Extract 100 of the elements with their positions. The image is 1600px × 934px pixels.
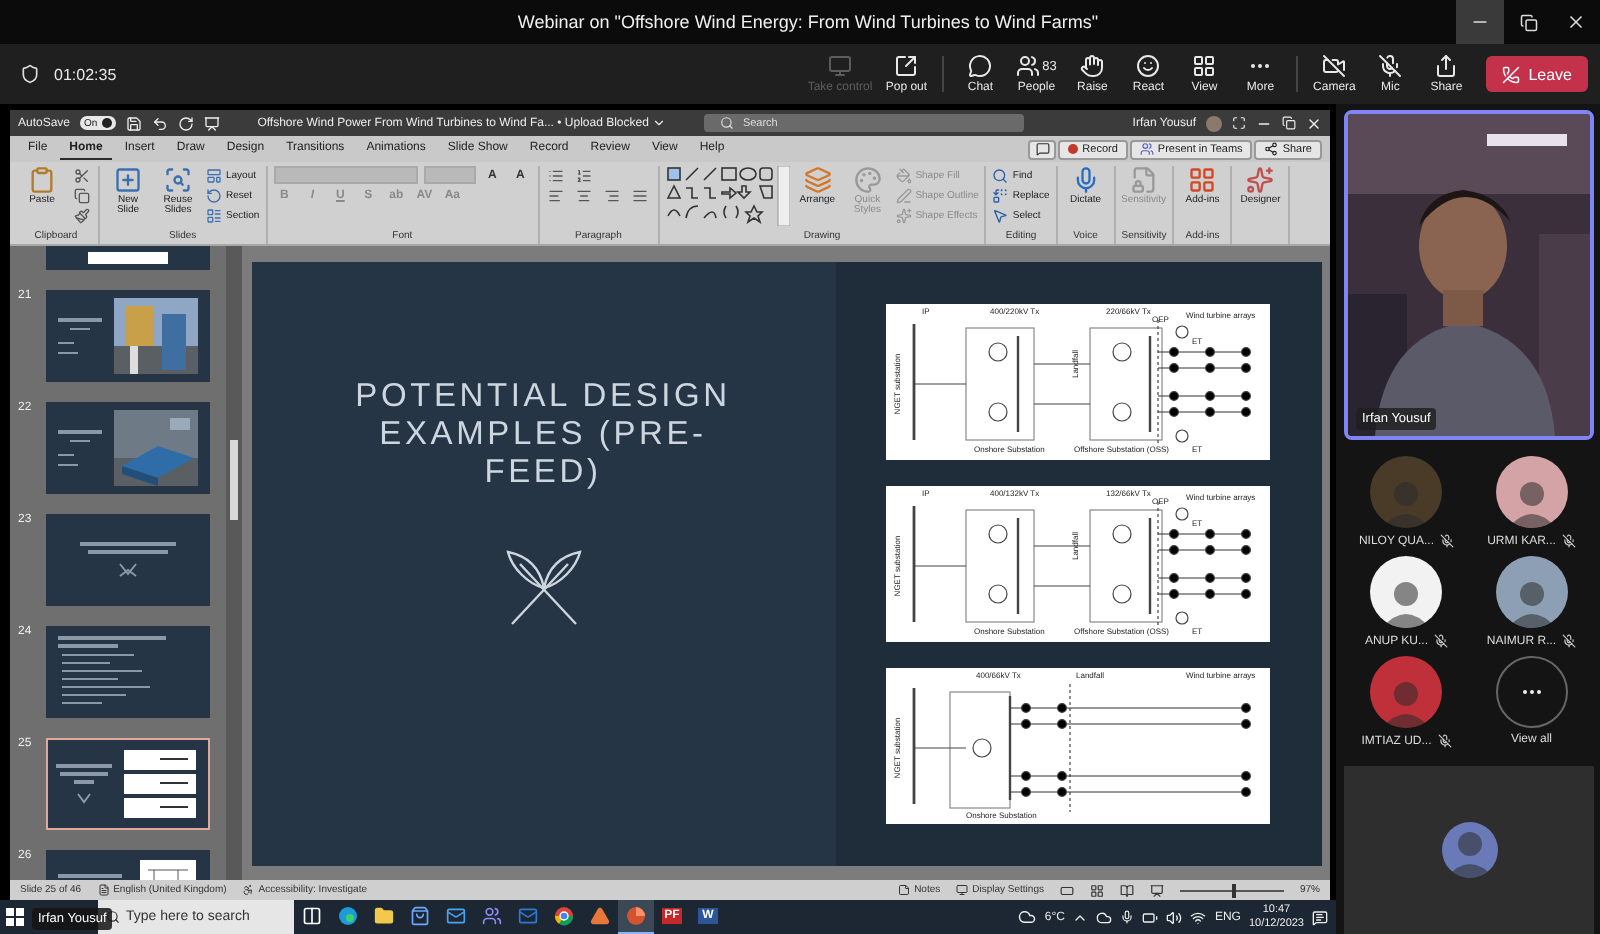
section-icon — [206, 208, 222, 224]
paintbrush-icon — [73, 208, 89, 224]
mic-icon — [1120, 910, 1135, 924]
replace-icon — [992, 188, 1009, 204]
participant-avatar[interactable] — [1370, 556, 1443, 628]
fullscreen-icon — [1232, 116, 1246, 130]
battery-icon — [1142, 909, 1159, 925]
accessibility-icon — [242, 884, 255, 896]
task-view-icon — [302, 906, 322, 926]
reset-icon — [206, 188, 222, 204]
diagram-thumbnail-drawing — [120, 746, 201, 822]
reading-view-icon — [1119, 883, 1134, 897]
weather-icon — [1018, 908, 1037, 926]
diagram-thumbnail-drawing — [88, 252, 168, 264]
layers-icon — [803, 166, 832, 194]
bullets-icon — [548, 168, 565, 184]
slide-thumbnail[interactable] — [46, 738, 210, 830]
folder-icon — [374, 906, 394, 926]
shield-icon — [20, 64, 40, 84]
zoom-slider-thumb[interactable] — [1231, 883, 1236, 897]
chevron-icon — [652, 116, 667, 130]
chat-icon — [968, 54, 993, 78]
slide-title: POTENTIAL DESIGN EXAMPLES (PRE-FEED) — [353, 378, 733, 492]
slide-text-drawing — [57, 430, 102, 466]
close-icon — [1566, 12, 1586, 32]
mic-icon — [1071, 166, 1100, 194]
record-icon — [1068, 144, 1079, 154]
format-painter-button[interactable] — [70, 206, 92, 226]
app-logo-icon — [338, 906, 358, 926]
scrollbar[interactable] — [226, 246, 242, 880]
hang-up-icon — [1502, 65, 1521, 83]
notification-icon — [1312, 909, 1328, 925]
wifi-icon — [1190, 909, 1207, 925]
shapes-gallery-drawing[interactable] — [665, 166, 790, 226]
search-icon — [992, 168, 1009, 184]
camera-off-icon — [1322, 54, 1347, 78]
lock-file-icon — [1129, 166, 1158, 194]
people-icon — [482, 906, 502, 926]
font-field[interactable] — [273, 166, 418, 184]
layout-icon — [206, 168, 222, 184]
align-right-icon — [604, 188, 621, 204]
sparkle-icon — [895, 208, 912, 224]
pen-icon — [895, 188, 912, 204]
copy-icon — [73, 188, 89, 204]
align-center-button[interactable] — [573, 186, 596, 206]
close-icon — [1306, 115, 1322, 131]
slideshow-icon — [1149, 883, 1164, 897]
align-center-icon — [576, 188, 593, 204]
share-icon — [1264, 142, 1279, 156]
sparkle-icon — [1246, 166, 1275, 194]
mail-icon — [446, 906, 466, 926]
slide-thumbnail[interactable] — [46, 514, 210, 606]
new-slide-icon — [114, 166, 142, 194]
restore-icon — [1519, 13, 1537, 31]
save-icon — [125, 115, 142, 131]
window-title: Webinar on "Offshore Wind Energy: From Wind Turbines to Wind Farms" — [515, 12, 1101, 32]
numbering-button[interactable] — [573, 166, 596, 186]
sorter-view-icon — [1089, 883, 1104, 897]
reuse-icon — [164, 166, 192, 194]
font-size-field[interactable] — [423, 166, 476, 184]
slide-title-drawing — [55, 764, 112, 804]
pointer-icon — [992, 208, 1009, 224]
grid-icon — [1188, 166, 1217, 194]
grid-icon — [1192, 54, 1217, 78]
monitor-icon — [956, 884, 969, 896]
restore-icon — [1282, 116, 1296, 130]
triangle-icon — [590, 906, 610, 926]
participant-avatar[interactable] — [1495, 556, 1568, 628]
mic-off-icon — [1378, 54, 1403, 78]
comment-icon — [1035, 142, 1050, 156]
cut-button[interactable] — [70, 166, 92, 186]
leave-button[interactable]: Leave — [1486, 56, 1588, 92]
search-icon — [720, 116, 735, 130]
justify-button[interactable] — [629, 186, 652, 206]
document-icon — [97, 884, 110, 896]
app-logo-icon — [626, 906, 646, 926]
comments-button[interactable] — [1028, 139, 1057, 159]
slide-thumbnail[interactable] — [46, 402, 210, 494]
redo-icon — [177, 115, 194, 131]
justify-icon — [632, 188, 649, 204]
align-right-button[interactable] — [601, 186, 624, 206]
windows-logo-icon — [6, 908, 24, 926]
people-icon — [1016, 54, 1041, 78]
slide-thumbnail[interactable] — [46, 290, 210, 382]
align-left-button[interactable] — [545, 186, 568, 206]
slide-thumbnail[interactable] — [46, 626, 210, 718]
meeting-timer: 01:02:35 — [54, 65, 119, 83]
slide-thumbnail[interactable] — [46, 246, 210, 270]
share-icon — [1434, 54, 1459, 78]
notes-icon — [898, 884, 911, 896]
normal-view-icon — [1059, 883, 1074, 897]
participant-avatar[interactable] — [1495, 456, 1568, 528]
avatar — [1206, 115, 1222, 131]
undo-icon — [151, 115, 168, 131]
paint-bucket-icon — [895, 168, 912, 184]
copy-button[interactable] — [70, 186, 92, 206]
hand-icon — [1080, 54, 1105, 78]
align-left-icon — [548, 188, 565, 204]
pop-out-icon — [894, 54, 919, 78]
bag-icon — [410, 906, 430, 926]
